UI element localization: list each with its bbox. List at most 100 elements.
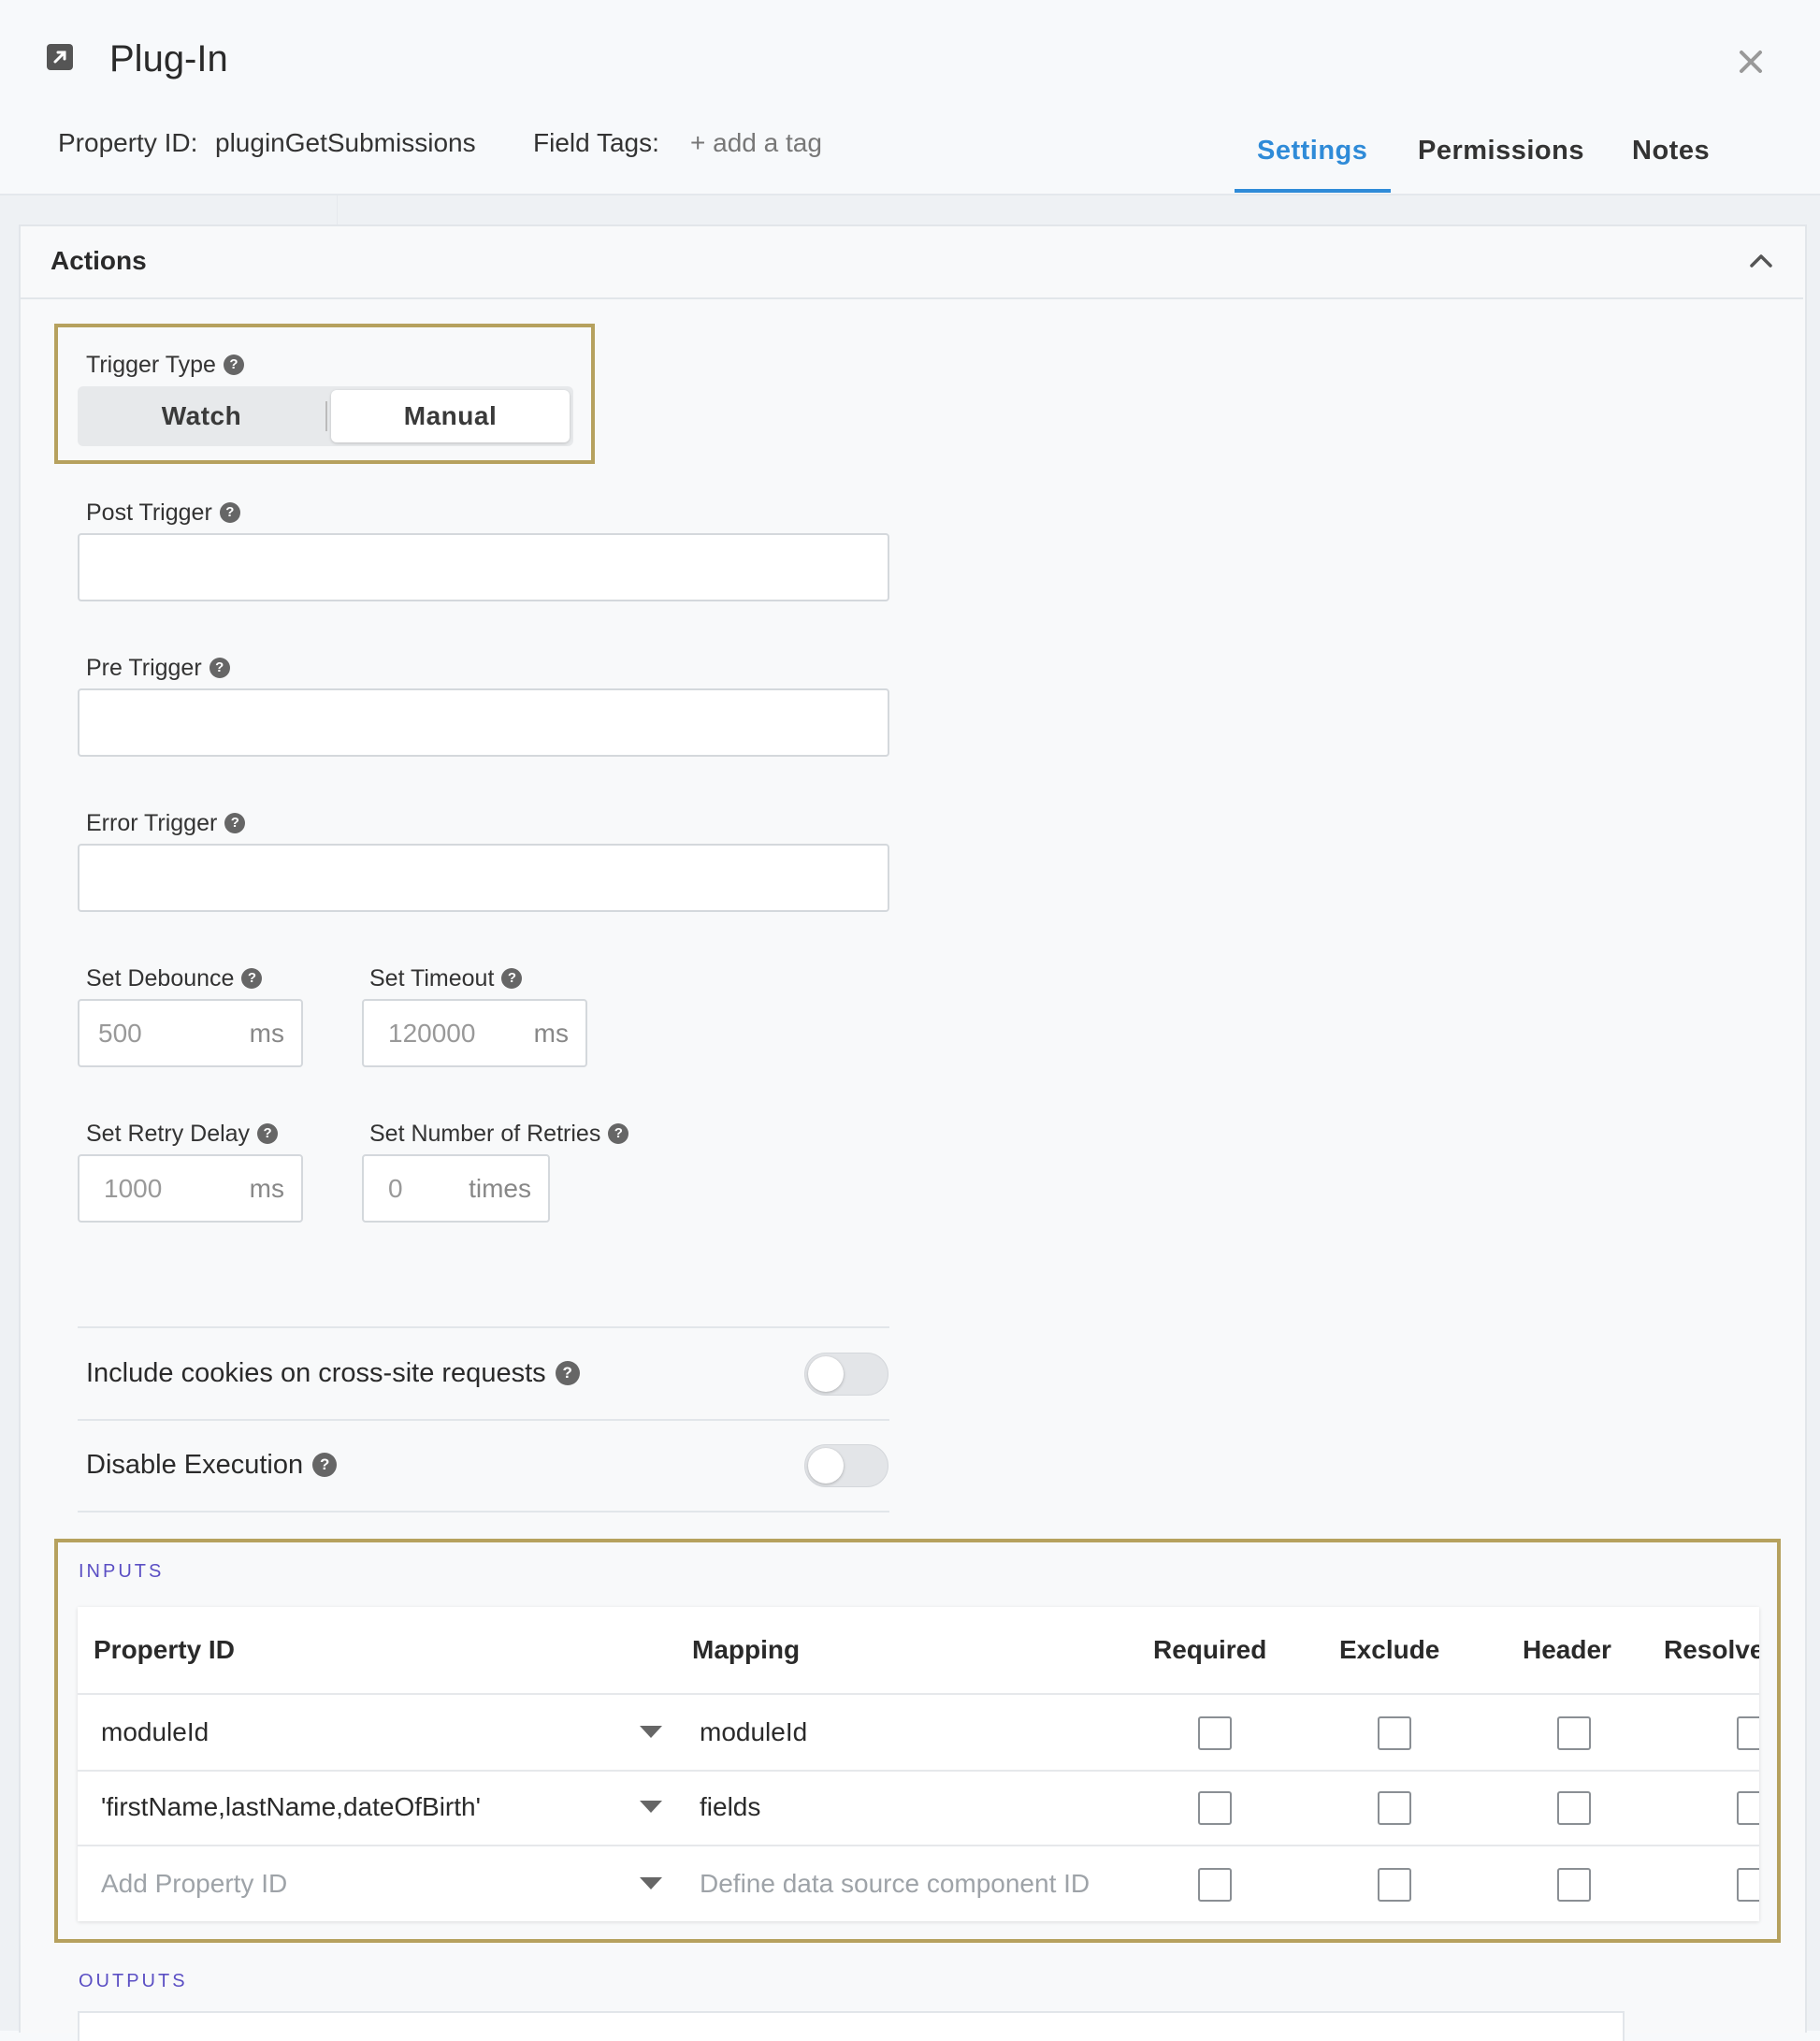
col-resolve: Resolve — [1664, 1635, 1759, 1664]
post-trigger-input[interactable] — [78, 533, 889, 601]
segment-divider — [325, 401, 327, 431]
field-tags-label: Field Tags: — [533, 128, 659, 157]
timeout-label: Set Timeout ? — [369, 964, 523, 992]
external-link-icon — [47, 44, 73, 70]
divider — [78, 1511, 889, 1513]
row2-property-id[interactable]: 'firstName,lastName,dateOfBirth' — [101, 1770, 481, 1845]
tab-permissions[interactable]: Permissions — [1418, 134, 1584, 167]
new-resolve-checkbox[interactable] — [1737, 1868, 1759, 1902]
pre-trigger-label-text: Pre Trigger — [86, 655, 202, 681]
disable-execution-label: Disable Execution ? — [86, 1448, 338, 1482]
cookies-toggle-label: Include cookies on cross-site requests ? — [86, 1356, 580, 1390]
caret-down-icon[interactable] — [640, 1877, 662, 1890]
help-icon[interactable]: ? — [209, 658, 230, 678]
col-mapping: Mapping — [692, 1635, 801, 1664]
trigger-watch-option[interactable]: Watch — [78, 386, 325, 446]
inputs-heading: INPUTS — [79, 1561, 165, 1582]
row1-exclude-checkbox[interactable] — [1378, 1716, 1411, 1750]
help-icon[interactable]: ? — [223, 355, 244, 375]
row1-mapping[interactable]: moduleId — [700, 1695, 807, 1770]
actions-section-header[interactable] — [19, 224, 1803, 299]
new-exclude-checkbox[interactable] — [1378, 1868, 1411, 1902]
retry-delay-label: Set Retry Delay ? — [86, 1120, 279, 1148]
help-icon[interactable]: ? — [219, 502, 240, 523]
timeout-input[interactable]: 120000 ms — [362, 999, 587, 1067]
debounce-input[interactable]: 500 ms — [78, 999, 303, 1067]
retries-placeholder: 0 — [388, 1173, 403, 1203]
col-header: Header — [1523, 1635, 1611, 1664]
row2-header-checkbox[interactable] — [1557, 1791, 1591, 1825]
trigger-type-toggle: Watch Manual — [78, 386, 573, 446]
help-icon[interactable]: ? — [501, 968, 523, 989]
debounce-label-text: Set Debounce — [86, 965, 235, 992]
inputs-table: Property ID Mapping Required Exclude Hea… — [78, 1607, 1759, 1921]
error-trigger-label-text: Error Trigger — [86, 810, 218, 836]
active-tab-indicator — [1235, 189, 1391, 193]
error-trigger-label: Error Trigger ? — [86, 809, 246, 837]
tab-settings[interactable]: Settings — [1257, 134, 1367, 167]
outputs-table — [78, 2011, 1625, 2041]
row2-resolve-checkbox[interactable] — [1737, 1791, 1759, 1825]
row-divider — [78, 1693, 1759, 1695]
trigger-type-label-text: Trigger Type — [86, 352, 216, 378]
add-property-id-input[interactable]: Add Property ID — [101, 1846, 287, 1921]
retry-delay-placeholder: 1000 — [104, 1173, 163, 1203]
row1-resolve-checkbox[interactable] — [1737, 1716, 1759, 1750]
col-exclude: Exclude — [1339, 1635, 1440, 1664]
property-id-value: pluginGetSubmissions — [215, 128, 476, 157]
disable-execution-label-text: Disable Execution — [86, 1450, 304, 1480]
retry-delay-unit: ms — [249, 1173, 284, 1203]
help-icon[interactable]: ? — [608, 1123, 629, 1144]
error-trigger-input[interactable] — [78, 844, 889, 912]
divider — [78, 1419, 889, 1421]
retries-input[interactable]: 0 times — [362, 1154, 550, 1223]
row2-required-checkbox[interactable] — [1198, 1791, 1232, 1825]
divider — [78, 1326, 889, 1328]
pre-trigger-input[interactable] — [78, 688, 889, 757]
disable-execution-toggle[interactable] — [804, 1444, 888, 1487]
help-icon[interactable]: ? — [257, 1123, 279, 1144]
cookies-toggle-label-text: Include cookies on cross-site requests — [86, 1358, 546, 1388]
toggle-knob — [808, 1448, 844, 1484]
help-icon[interactable]: ? — [555, 1361, 580, 1385]
col-required: Required — [1153, 1635, 1267, 1664]
post-trigger-label-text: Post Trigger — [86, 499, 212, 526]
tab-notes[interactable]: Notes — [1632, 134, 1710, 167]
help-icon[interactable]: ? — [224, 813, 246, 833]
timeout-unit: ms — [533, 1018, 569, 1048]
debounce-label: Set Debounce ? — [86, 964, 263, 992]
post-trigger-label: Post Trigger ? — [86, 499, 240, 527]
property-id-label: Property ID: — [58, 128, 198, 157]
timeout-label-text: Set Timeout — [369, 965, 495, 992]
row2-mapping[interactable]: fields — [700, 1770, 760, 1845]
add-tag-link[interactable]: + add a tag — [690, 126, 822, 160]
trigger-manual-option[interactable]: Manual — [331, 390, 570, 442]
row2-exclude-checkbox[interactable] — [1378, 1791, 1411, 1825]
close-icon[interactable] — [1732, 43, 1769, 80]
pre-trigger-label: Pre Trigger ? — [86, 654, 230, 682]
debounce-unit: ms — [249, 1018, 284, 1048]
caret-down-icon[interactable] — [640, 1726, 662, 1739]
toggle-knob — [808, 1356, 844, 1392]
retry-delay-label-text: Set Retry Delay — [86, 1121, 251, 1147]
help-icon[interactable]: ? — [241, 968, 263, 989]
help-icon[interactable]: ? — [312, 1453, 338, 1477]
retry-delay-input[interactable]: 1000 ms — [78, 1154, 303, 1223]
row1-required-checkbox[interactable] — [1198, 1716, 1232, 1750]
row1-property-id[interactable]: moduleId — [101, 1695, 209, 1770]
retries-label-text: Set Number of Retries — [369, 1121, 601, 1147]
caret-down-icon[interactable] — [640, 1801, 662, 1814]
outputs-heading: OUTPUTS — [79, 1971, 188, 1991]
section-title: Actions — [51, 246, 147, 275]
new-required-checkbox[interactable] — [1198, 1868, 1232, 1902]
trigger-type-label: Trigger Type ? — [86, 351, 244, 379]
row1-header-checkbox[interactable] — [1557, 1716, 1591, 1750]
dialog-title: Plug-In — [109, 38, 228, 80]
chevron-up-icon[interactable] — [1747, 251, 1775, 269]
col-property-id: Property ID — [94, 1635, 235, 1664]
debounce-placeholder: 500 — [98, 1018, 142, 1048]
cookies-toggle[interactable] — [804, 1353, 888, 1396]
new-header-checkbox[interactable] — [1557, 1868, 1591, 1902]
timeout-placeholder: 120000 — [388, 1018, 476, 1048]
define-mapping-input[interactable]: Define data source component ID — [700, 1846, 1090, 1921]
